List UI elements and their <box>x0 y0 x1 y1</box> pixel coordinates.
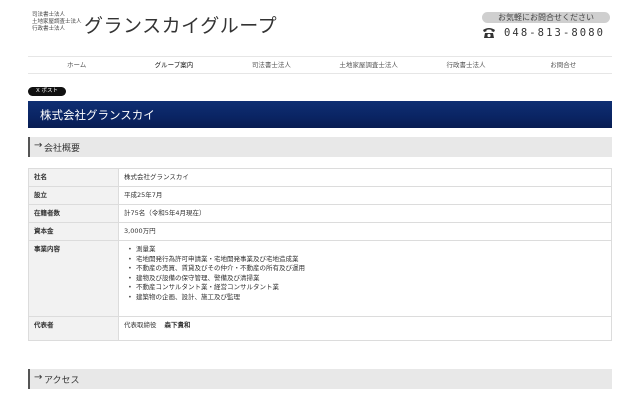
row-value: 株式会社グランスカイ <box>118 168 612 187</box>
nav-item-land-surveyor[interactable]: 土地家屋調査士法人 <box>320 57 417 73</box>
corp-type-judicial: 司法書士法人 <box>32 12 66 18</box>
row-label: 社名 <box>28 168 119 187</box>
nav-item-home[interactable]: ホーム <box>28 57 125 73</box>
contact-banner[interactable]: お気軽にお問合せください <box>482 12 610 23</box>
list-item: 不動産コンサルタント業・経営コンサルタント業 <box>128 283 606 293</box>
site-logo[interactable]: グランスカイグループ <box>84 11 277 38</box>
arrow-right-icon: → <box>34 372 43 383</box>
row-label: 在籍者数 <box>28 204 119 223</box>
phone-number[interactable]: 048-813-8080 <box>504 27 605 39</box>
company-info-table: 社名 株式会社グランスカイ 設立 平成25年7月 在籍者数 計75名（令和5年4… <box>28 168 612 341</box>
list-item: 建物及び設備の保守管理、警備及び清掃業 <box>128 274 606 284</box>
table-row-business: 事業内容 測量業 宅地開発行為許可申請業・宅地開発事業及び宅地造成業 不動産の売… <box>28 240 612 317</box>
page-title: 株式会社グランスカイ <box>40 108 155 122</box>
section-heading-label: アクセス <box>44 376 80 386</box>
row-label: 設立 <box>28 186 119 205</box>
rep-name: 森下貴和 <box>164 321 191 329</box>
corp-type-admin: 行政書士法人 <box>32 26 66 32</box>
site-header: 司法書士法人 土地家屋調査士法人 行政書士法人 グランスカイグループ お気軽にお… <box>0 0 640 52</box>
nav-item-judicial-scrivener[interactable]: 司法書士法人 <box>223 57 320 73</box>
list-item: 宅地開発行為許可申請業・宅地開発事業及び宅地造成業 <box>128 255 606 265</box>
list-item: 建築物の企画、設計、施工及び監理 <box>128 293 606 303</box>
row-value: 3,000万円 <box>118 222 612 241</box>
table-row: 在籍者数 計75名（令和5年4月現在） <box>28 204 612 223</box>
table-row: 資本金 3,000万円 <box>28 222 612 241</box>
table-row: 設立 平成25年7月 <box>28 186 612 205</box>
row-label: 代表者 <box>28 316 119 341</box>
corp-types: 司法書士法人 土地家屋調査士法人 行政書士法人 <box>32 12 82 33</box>
row-value: 計75名（令和5年4月現在） <box>118 204 612 223</box>
nav-item-group[interactable]: グループ案内 <box>125 57 222 73</box>
nav-item-admin-scrivener[interactable]: 行政書士法人 <box>417 57 514 73</box>
nav-item-contact[interactable]: お問合せ <box>515 57 612 73</box>
table-row: 社名 株式会社グランスカイ <box>28 168 612 187</box>
section-heading-label: 会社概要 <box>44 144 81 154</box>
business-list-cell: 測量業 宅地開発行為許可申請業・宅地開発事業及び宅地造成業 不動産の売買、賃貸及… <box>118 240 612 317</box>
list-item: 不動産の売買、賃貸及びその仲介・不動産の所有及び運用 <box>128 264 606 274</box>
rep-title: 代表取締役 <box>124 321 157 329</box>
section-heading-company: → 会社概要 <box>28 137 612 157</box>
row-value: 平成25年7月 <box>118 186 612 205</box>
table-row-representative: 代表者 代表取締役 森下貴和 <box>28 316 612 341</box>
phone-icon <box>483 28 495 38</box>
section-heading-access: → アクセス <box>28 369 612 389</box>
row-value: 代表取締役 森下貴和 <box>118 316 612 341</box>
business-list: 測量業 宅地開発行為許可申請業・宅地開発事業及び宅地造成業 不動産の売買、賃貸及… <box>124 241 606 302</box>
corp-type-land: 土地家屋調査士法人 <box>32 19 82 25</box>
page-title-banner: 株式会社グランスカイ <box>28 101 612 128</box>
list-item: 測量業 <box>128 245 606 255</box>
main-nav: ホーム グループ案内 司法書士法人 土地家屋調査士法人 行政書士法人 お問合せ <box>28 56 612 74</box>
row-label: 資本金 <box>28 222 119 241</box>
x-post-button[interactable]: X ポスト <box>28 87 66 96</box>
row-label: 事業内容 <box>28 240 119 317</box>
arrow-right-icon: → <box>34 140 43 151</box>
